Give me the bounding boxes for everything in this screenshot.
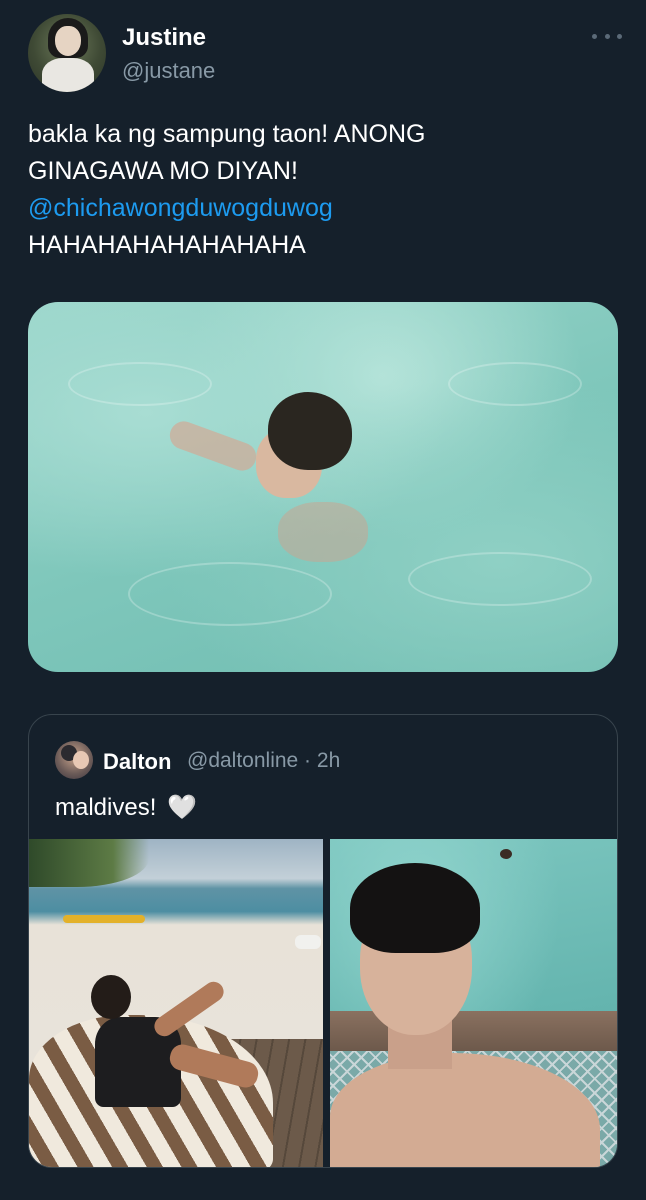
- quoted-author-handle-time[interactable]: @daltonline · 2h: [187, 749, 340, 773]
- water-ripple: [408, 552, 592, 606]
- tweet-text-line: GINAGAWA MO DIYAN!: [28, 157, 298, 185]
- tweet-text-line: HAHAHAHAHAHAHAHA: [28, 231, 306, 259]
- tweet-text: bakla ka ng sampung taon! ANONG GINAGAWA…: [28, 116, 618, 264]
- quoted-tweet[interactable]: Dalton @daltonline · 2h maldives! 🤍: [28, 714, 618, 1168]
- swimmer-hair: [268, 392, 352, 470]
- author-avatar[interactable]: [28, 14, 106, 92]
- quoted-author-avatar[interactable]: [55, 741, 93, 779]
- avatar-face: [55, 26, 81, 56]
- avatar-body: [42, 58, 94, 92]
- distant-swimmer: [500, 849, 512, 859]
- author-handle[interactable]: @justane: [122, 58, 215, 84]
- water-ripple: [68, 362, 212, 406]
- quoted-photo-beach[interactable]: [29, 839, 323, 1167]
- quoted-text: maldives!: [55, 794, 157, 821]
- selfie-hair: [350, 863, 480, 953]
- quoted-author-display-name[interactable]: Dalton: [103, 749, 171, 775]
- tweet-photo[interactable]: [28, 302, 618, 672]
- water-ripple: [128, 562, 332, 626]
- person-head: [91, 975, 131, 1019]
- swimmer-shoulder: [278, 502, 368, 562]
- more-dot: [617, 33, 622, 39]
- quoted-tweet-text: maldives! 🤍: [55, 793, 197, 822]
- avatar-detail: [73, 751, 89, 769]
- white-heart-icon: 🤍: [167, 794, 197, 821]
- swimmer-arm: [165, 417, 261, 475]
- tweet: Justine @justane bakla ka ng sampung tao…: [0, 0, 646, 1200]
- mention-link[interactable]: @chichawongduwogduwog: [28, 190, 618, 227]
- jetski: [295, 935, 321, 949]
- tweet-text-line: bakla ka ng sampung taon! ANONG: [28, 120, 426, 148]
- more-dot: [592, 33, 597, 39]
- more-options-icon[interactable]: [592, 26, 622, 46]
- palm-trees: [29, 839, 149, 887]
- quoted-photo-selfie[interactable]: [330, 839, 617, 1167]
- kayak: [63, 915, 145, 923]
- wooden-deck: [330, 1011, 617, 1051]
- more-dot: [604, 33, 610, 39]
- author-display-name[interactable]: Justine: [122, 24, 206, 52]
- water-ripple: [448, 362, 582, 406]
